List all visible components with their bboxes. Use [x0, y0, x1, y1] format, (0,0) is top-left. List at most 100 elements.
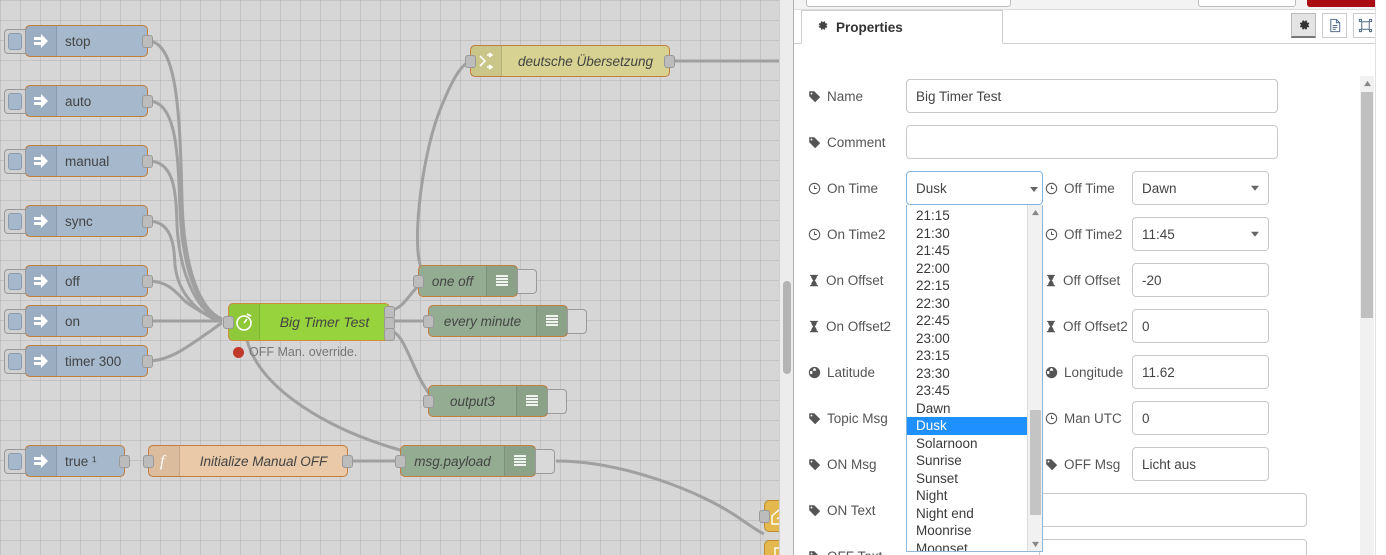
panel-scrollbar-thumb[interactable]: [1361, 92, 1373, 318]
inject-button[interactable]: [4, 89, 26, 114]
node-on[interactable]: on: [4, 305, 153, 337]
tab-properties[interactable]: Properties: [801, 10, 1003, 44]
dropdown-options[interactable]: 21:15 21:30 21:45 22:00 22:15 22:30 22:45 23:00…: [907, 205, 1027, 551]
on-text-input[interactable]: [1039, 493, 1307, 527]
dropdown-option[interactable]: Night end: [907, 505, 1027, 523]
on-time-select[interactable]: Dusk: [906, 171, 1043, 205]
dropdown-option[interactable]: Moonrise: [907, 522, 1027, 540]
input-port[interactable]: [413, 275, 424, 288]
scroll-down-arrow[interactable]: [1028, 537, 1042, 551]
canvas-scrollbar[interactable]: [779, 0, 793, 555]
dropdown-option[interactable]: Solarnoon: [907, 435, 1027, 453]
output-port[interactable]: [142, 155, 153, 168]
cancel-button[interactable]: [1198, 0, 1296, 7]
inject-button[interactable]: [4, 29, 26, 54]
inject-button[interactable]: [4, 269, 26, 294]
description-button[interactable]: [1322, 13, 1347, 38]
output-port[interactable]: [342, 455, 353, 468]
inject-button[interactable]: [4, 349, 26, 374]
on-time-dropdown[interactable]: 21:15 21:30 21:45 22:00 22:15 22:30 22:45 23:00…: [906, 205, 1043, 552]
dropdown-scrollbar-thumb[interactable]: [1030, 410, 1041, 515]
node-every-minute[interactable]: every minute: [423, 305, 587, 337]
output-port[interactable]: [142, 355, 153, 368]
node-manual[interactable]: manual: [4, 145, 153, 177]
man-utc-label: Man UTC: [1045, 411, 1132, 426]
dropdown-option[interactable]: 23:00: [907, 330, 1027, 348]
done-button[interactable]: [1307, 0, 1379, 7]
off-offset-input[interactable]: -20: [1132, 263, 1269, 297]
panel-scrollbar[interactable]: [1360, 76, 1374, 555]
dropdown-option[interactable]: 22:30: [907, 295, 1027, 313]
flow-canvas[interactable]: stop auto manual sync off on timer 300 t…: [0, 0, 793, 555]
dropdown-option[interactable]: 23:45: [907, 382, 1027, 400]
input-port[interactable]: [223, 316, 234, 329]
row-off-text: OFF Text: [808, 539, 906, 555]
input-port[interactable]: [143, 455, 154, 468]
dropdown-option[interactable]: 21:15: [907, 207, 1027, 225]
output-port-3[interactable]: [384, 328, 395, 341]
dropdown-option[interactable]: 22:45: [907, 312, 1027, 330]
output-port[interactable]: [119, 455, 130, 468]
canvas-scrollbar-thumb[interactable]: [783, 281, 791, 374]
output-port[interactable]: [142, 215, 153, 228]
dropdown-scrollbar[interactable]: [1027, 205, 1042, 551]
dropdown-option[interactable]: Night: [907, 487, 1027, 505]
dropdown-option[interactable]: Dusk: [907, 417, 1027, 435]
node-output3[interactable]: output3: [423, 385, 567, 417]
input-port[interactable]: [423, 315, 434, 328]
off-offset2-input[interactable]: 0: [1132, 309, 1269, 343]
output-port[interactable]: [142, 35, 153, 48]
dropdown-option[interactable]: Sunset: [907, 470, 1027, 488]
off-time-label: Off Time: [1045, 181, 1132, 196]
node-msg-payload[interactable]: msg.payload: [395, 445, 555, 477]
dropdown-option[interactable]: 23:15: [907, 347, 1027, 365]
dropdown-option[interactable]: 22:15: [907, 277, 1027, 295]
off-time2-select[interactable]: 11:45: [1132, 217, 1269, 251]
node-initialize-manual-off[interactable]: f Initialize Manual OFF: [143, 445, 353, 477]
off-time-select[interactable]: Dawn: [1132, 171, 1269, 205]
properties-button[interactable]: [1291, 13, 1316, 38]
longitude-input[interactable]: 11.62: [1132, 355, 1269, 389]
panel-scroll-up-arrow[interactable]: [1360, 76, 1374, 90]
node-big-timer-test[interactable]: Big Timer Test: [223, 303, 395, 341]
input-port[interactable]: [465, 55, 476, 68]
toolbar-ghost-button-left[interactable]: [806, 0, 1011, 7]
node-timer-300[interactable]: timer 300: [4, 345, 153, 377]
off-text-input[interactable]: [1039, 539, 1307, 555]
node-auto[interactable]: auto: [4, 85, 153, 117]
dropdown-option[interactable]: 21:45: [907, 242, 1027, 260]
name-input[interactable]: Big Timer Test: [906, 79, 1278, 113]
off-msg-input[interactable]: Licht aus: [1132, 447, 1269, 481]
man-utc-input[interactable]: 0: [1132, 401, 1269, 435]
dropdown-option[interactable]: 21:30: [907, 225, 1027, 243]
row-on-time2: On Time2: [808, 217, 906, 251]
input-port[interactable]: [395, 455, 406, 468]
dropdown-option[interactable]: 23:30: [907, 365, 1027, 383]
node-sync[interactable]: sync: [4, 205, 153, 237]
inject-button[interactable]: [4, 449, 26, 474]
input-port[interactable]: [423, 395, 434, 408]
debug-toggle[interactable]: [567, 309, 587, 334]
debug-toggle[interactable]: [535, 449, 555, 474]
inject-button[interactable]: [4, 209, 26, 234]
debug-toggle[interactable]: [547, 389, 567, 414]
node-one-off[interactable]: one off: [413, 265, 537, 297]
dropdown-option[interactable]: Moonset: [907, 540, 1027, 552]
debug-toggle[interactable]: [517, 269, 537, 294]
dropdown-option[interactable]: Sunrise: [907, 452, 1027, 470]
output-port[interactable]: [142, 315, 153, 328]
inject-button[interactable]: [4, 149, 26, 174]
input-port[interactable]: [759, 510, 770, 523]
dropdown-option[interactable]: Dawn: [907, 400, 1027, 418]
node-off[interactable]: off: [4, 265, 153, 297]
inject-button[interactable]: [4, 309, 26, 334]
output-port[interactable]: [142, 95, 153, 108]
node-stop[interactable]: stop: [4, 25, 153, 57]
dropdown-option[interactable]: 22:00: [907, 260, 1027, 278]
scroll-up-arrow[interactable]: [1028, 205, 1042, 219]
output-port[interactable]: [142, 275, 153, 288]
comment-input[interactable]: [906, 125, 1278, 159]
output-port[interactable]: [664, 55, 675, 68]
node-deutsche-uebersetzung[interactable]: deutsche Übersetzung: [465, 45, 675, 77]
node-true[interactable]: true ¹: [4, 445, 130, 477]
